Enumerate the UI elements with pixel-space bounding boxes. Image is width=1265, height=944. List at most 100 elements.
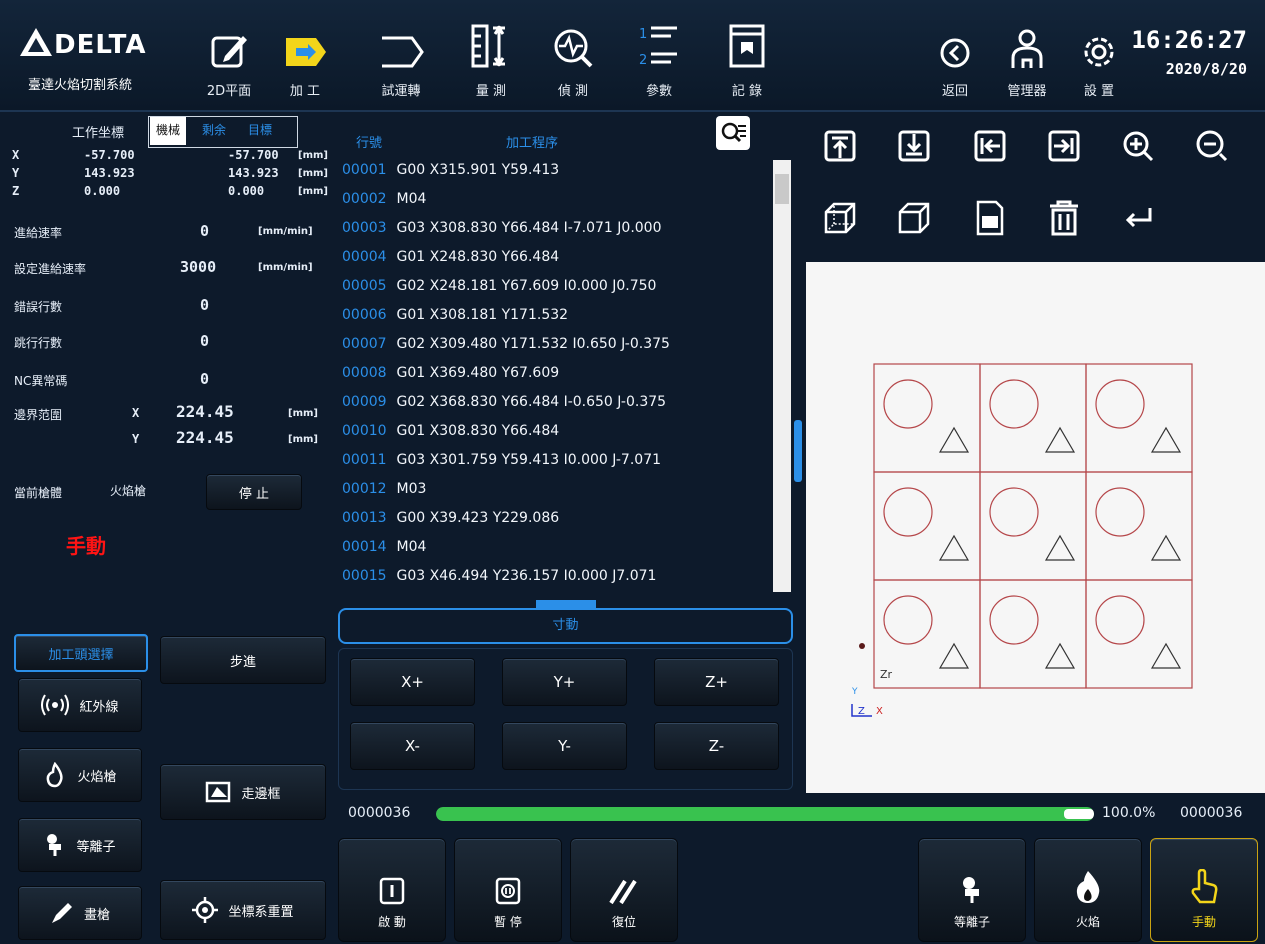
program-line[interactable]: 00003 G03 X308.830 Y66.484 I-7.071 J0.000 (342, 220, 662, 236)
part-grid (873, 363, 1193, 689)
pen-button[interactable]: 畫槍 (18, 886, 142, 940)
tab-target[interactable]: 目標 (242, 117, 278, 145)
undo-icon[interactable] (1118, 198, 1158, 238)
program-search-button[interactable] (716, 116, 750, 150)
view-iso-icon[interactable] (820, 198, 860, 238)
toolbar-label: 返回 (941, 84, 968, 99)
line-code: G01 X248.830 Y66.484 (396, 249, 560, 265)
tab-remaining[interactable]: 剩余 (196, 117, 232, 145)
manual-mode-label: 手動 (1191, 915, 1216, 929)
program-line[interactable]: 00011 G03 X301.759 Y59.413 I0.000 J-7.071 (342, 452, 661, 468)
scrollbar-thumb[interactable] (775, 174, 789, 204)
toolbar-back-button[interactable]: 返回 (922, 14, 988, 102)
program-line[interactable]: 00010 G01 X308.830 Y66.484 (342, 423, 559, 439)
progress-bar (436, 807, 1094, 821)
toolbar-label: 試運轉 (381, 84, 421, 99)
pause-button[interactable]: 暫 停 (454, 838, 562, 942)
program-line[interactable]: 00004 G01 X248.830 Y66.484 (342, 249, 559, 265)
step-button[interactable]: 步進 (160, 636, 326, 684)
program-line[interactable]: 00001 G00 X315.901 Y59.413 (342, 162, 559, 178)
boundary-label: 邊界范圍 (14, 408, 63, 422)
jog-z-plus-button[interactable]: Z+ (654, 658, 779, 706)
program-line[interactable]: 00015 G03 X46.494 Y236.157 I0.000 J7.071 (342, 568, 656, 584)
view-left-icon[interactable] (970, 126, 1010, 166)
program-line[interactable]: 00005 G02 X248.181 Y67.609 I0.000 J0.750 (342, 278, 656, 294)
reset-coordinate-button[interactable]: 坐標系重置 (160, 880, 326, 940)
svg-text:1: 1 (639, 27, 647, 42)
program-line[interactable]: 00014 M04 (342, 539, 426, 555)
measure-icon (471, 24, 505, 68)
line-number: 00006 (342, 307, 387, 323)
axis-z-unit: [mm] (298, 186, 328, 197)
program-line[interactable]: 00006 G01 X308.181 Y171.532 (342, 307, 568, 323)
toolbar-process-button[interactable]: 加 工 (272, 14, 338, 102)
reset-button[interactable]: 復位 (570, 838, 678, 942)
part-triangle (938, 426, 970, 453)
program-line[interactable]: 00012 M03 (342, 481, 426, 497)
flame-torch-button[interactable]: 火焰槍 (18, 748, 142, 802)
plasma-mode-button[interactable]: 等離子 (918, 838, 1026, 942)
frame-button[interactable]: 走邊框 (160, 764, 326, 820)
jog-x-minus-button[interactable]: X- (350, 722, 475, 770)
toolbar-plane-button[interactable]: 2D平面 (196, 14, 262, 102)
jog-z-minus-button[interactable]: Z- (654, 722, 779, 770)
horizontal-splitter[interactable] (536, 600, 596, 608)
jog-x-plus-button[interactable]: X+ (350, 658, 475, 706)
edit-icon (211, 36, 247, 68)
vertical-splitter[interactable] (794, 420, 802, 482)
plasma-icon (47, 834, 62, 856)
view-top-icon[interactable] (820, 126, 860, 166)
toolbar-detect-button[interactable]: 偵 測 (540, 14, 606, 102)
program-column-line: 行號 (356, 136, 383, 151)
line-code: G03 X46.494 Y236.157 I0.000 J7.071 (396, 568, 657, 584)
view-solid-icon[interactable] (894, 198, 934, 238)
axis-y-indicator: Y (851, 687, 858, 697)
program-line[interactable]: 00007 G02 X309.480 Y171.532 I0.650 J-0.37… (342, 336, 670, 352)
jog-y-minus-button[interactable]: Y- (502, 722, 627, 770)
zoom-in-icon[interactable] (1118, 126, 1158, 166)
progress-end: 0000036 (1180, 805, 1243, 821)
toolbar-measure-button[interactable]: 量 測 (458, 14, 524, 102)
hand-icon (1191, 869, 1218, 904)
boundary-x-label: X (132, 406, 140, 420)
delete-icon[interactable] (1044, 198, 1084, 238)
line-code: G01 X308.830 Y66.484 (396, 423, 560, 439)
toolbar-record-button[interactable]: 記 錄 (714, 14, 780, 102)
zoom-out-icon[interactable] (1192, 126, 1232, 166)
manual-mode-button[interactable]: 手動 (1150, 838, 1258, 942)
jog-panel: 寸動 X+ Y+ Z+ X- Y- Z- (338, 608, 793, 790)
program-scrollbar[interactable] (773, 160, 791, 592)
program-line[interactable]: 00013 G00 X39.423 Y229.086 (342, 510, 559, 526)
toolbar-params-button[interactable]: 12 參數 (626, 14, 692, 102)
clock-date: 2020/8/20 (1165, 60, 1247, 78)
program-line[interactable]: 00002 M04 (342, 191, 426, 207)
stop-button[interactable]: 停 止 (206, 474, 302, 510)
part-triangle (938, 534, 970, 561)
view-bottom-icon[interactable] (894, 126, 934, 166)
toolbar-settings-button[interactable]: 設 置 (1066, 14, 1132, 102)
line-number: 00001 (342, 162, 387, 178)
line-number: 00015 (342, 568, 387, 584)
export-icon[interactable] (970, 198, 1010, 238)
infrared-button[interactable]: 紅外線 (18, 678, 142, 732)
drawing-canvas[interactable]: Zr Y Z X (806, 262, 1265, 793)
start-button[interactable]: 啟 動 (338, 838, 446, 942)
toolbar-manager-button[interactable]: 管理器 (994, 14, 1060, 102)
record-icon (729, 24, 765, 68)
jog-y-plus-button[interactable]: Y+ (502, 658, 627, 706)
program-line[interactable]: 00008 G01 X369.480 Y67.609 (342, 365, 559, 381)
head-select-button[interactable]: 加工頭選擇 (14, 634, 148, 672)
head-select-label: 加工頭選擇 (48, 647, 114, 663)
toolbar-trial-button[interactable]: 試運轉 (368, 14, 434, 102)
tab-machine[interactable]: 機械 (150, 117, 187, 145)
flame-mode-button[interactable]: 火焰 (1034, 838, 1142, 942)
delta-logo-icon (20, 28, 52, 56)
axis-x-work: -57.700 (84, 148, 135, 162)
program-line[interactable]: 00009 G02 X368.830 Y66.484 I-0.650 J-0.37… (342, 394, 666, 410)
flame-torch-label: 火焰槍 (77, 769, 117, 785)
part-circle (989, 379, 1039, 429)
line-code: G00 X39.423 Y229.086 (396, 510, 560, 526)
plasma-button[interactable]: 等離子 (18, 818, 142, 872)
view-right-icon[interactable] (1044, 126, 1084, 166)
axis-y-label: Y (12, 166, 20, 180)
